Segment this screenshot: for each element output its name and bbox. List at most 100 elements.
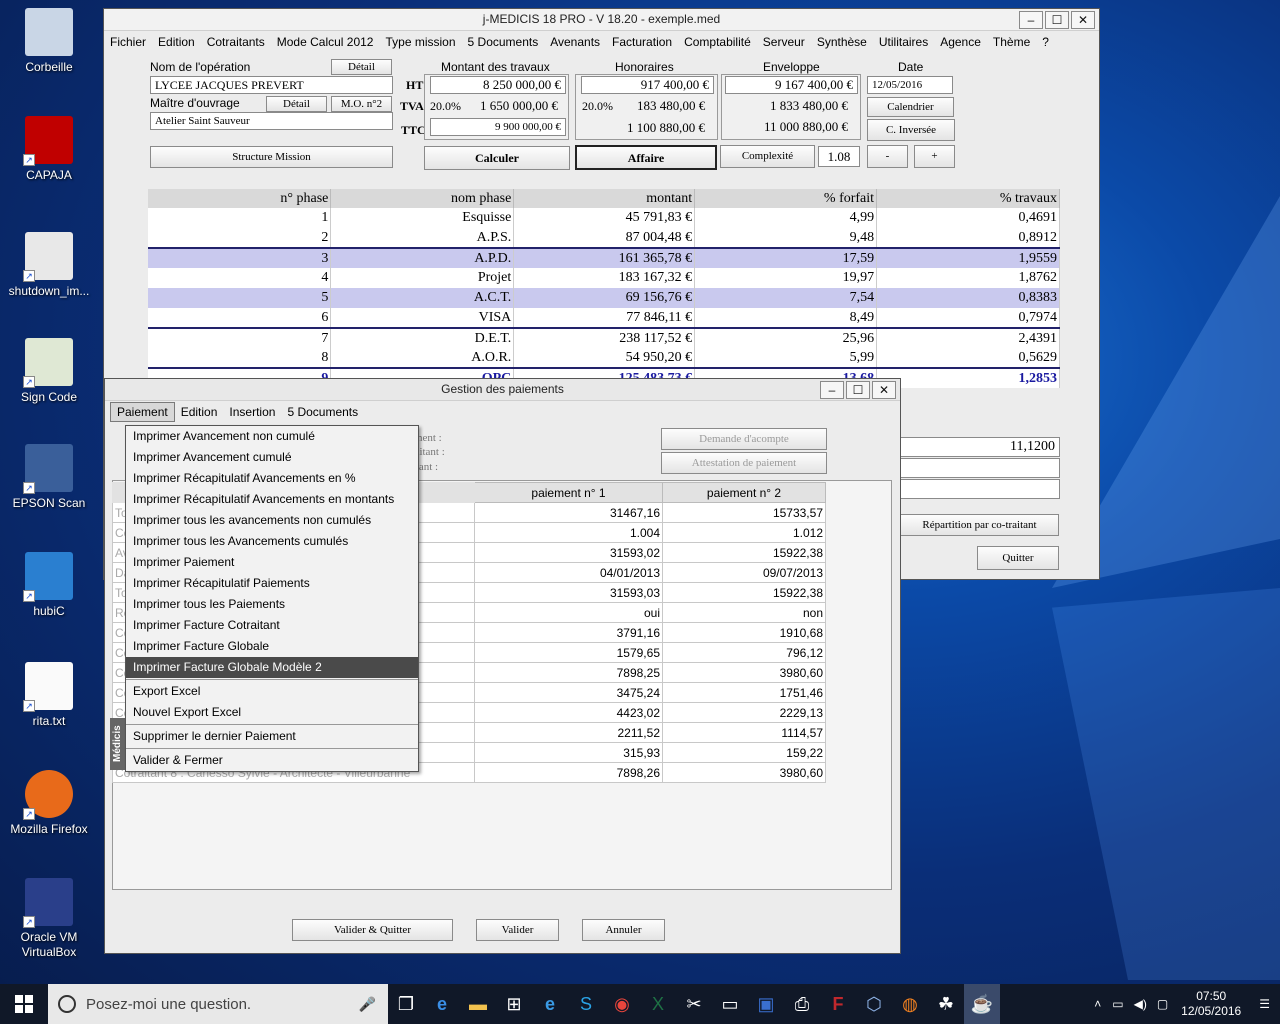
desktop-icon[interactable]: ↗ Oracle VM VirtualBox bbox=[4, 878, 94, 960]
desktop-icon[interactable]: ↗ EPSON Scan bbox=[4, 444, 94, 511]
payment-cell[interactable]: 09/07/2013 bbox=[662, 562, 826, 583]
skype-icon[interactable]: S bbox=[568, 984, 604, 1024]
menu-item[interactable]: Edition bbox=[152, 31, 201, 53]
mission-structure-button[interactable]: Structure Mission bbox=[150, 146, 393, 168]
minimize-button[interactable]: – bbox=[1019, 11, 1043, 29]
payments-window-titlebar[interactable]: Gestion des paiements – ☐ ✕ bbox=[105, 379, 900, 401]
operation-name-field[interactable]: LYCEE JACQUES PREVERT bbox=[150, 76, 393, 94]
payment-cell[interactable]: 7898,25 bbox=[474, 662, 663, 683]
works-ht-field[interactable]: 8 250 000,00 € bbox=[430, 76, 566, 94]
menu-item[interactable]: Comptabilité bbox=[678, 31, 757, 53]
printer-icon[interactable]: ⎙ bbox=[784, 984, 820, 1024]
menu-item[interactable]: Type mission bbox=[379, 31, 461, 53]
maximize-button[interactable]: ☐ bbox=[846, 381, 870, 399]
side-value-field[interactable]: 11,1200 bbox=[900, 437, 1060, 457]
payment-cell[interactable]: 15922,38 bbox=[662, 582, 826, 603]
envelope-ht-field[interactable]: 9 167 400,00 € bbox=[725, 76, 858, 94]
desktop-icon[interactable]: ↗ shutdown_im... bbox=[4, 232, 94, 299]
mo2-button[interactable]: M.O. n°2 bbox=[331, 96, 392, 112]
payment-cell[interactable]: 15733,57 bbox=[662, 502, 826, 523]
dropdown-menu-item[interactable]: Imprimer Facture Globale Modèle 2 bbox=[126, 657, 418, 678]
microphone-icon[interactable]: 🎤 bbox=[359, 996, 376, 1013]
phase-row[interactable]: 5 A.C.T. 69 156,76 €7,54 0,8383 bbox=[148, 288, 1060, 308]
menu-item[interactable]: Fichier bbox=[104, 31, 152, 53]
menu-item[interactable]: Mode Calcul 2012 bbox=[271, 31, 380, 53]
dropdown-menu-item[interactable]: Imprimer Paiement bbox=[126, 552, 418, 573]
validate-quit-button[interactable]: Valider & Quitter bbox=[292, 919, 453, 941]
payment-cell[interactable]: 3791,16 bbox=[474, 622, 663, 643]
file-explorer-icon[interactable]: ▬ bbox=[460, 984, 496, 1024]
phase-column-header[interactable]: montant bbox=[513, 189, 696, 208]
payment-cell[interactable]: 2211,52 bbox=[474, 722, 663, 743]
volume-icon[interactable]: ◀) bbox=[1129, 997, 1152, 1011]
desktop-icon[interactable]: ↗ Sign Code bbox=[4, 338, 94, 405]
phase-row[interactable]: 4 Projet 183 167,32 €19,97 1,8762 bbox=[148, 268, 1060, 288]
operation-detail-button[interactable]: Détail bbox=[331, 59, 392, 75]
menu-item[interactable]: Agence bbox=[934, 31, 987, 53]
menu-item[interactable]: Avenants bbox=[544, 31, 606, 53]
cat-icon[interactable]: ☘ bbox=[928, 984, 964, 1024]
payment-cell[interactable]: non bbox=[662, 602, 826, 623]
network-icon[interactable]: ▭ bbox=[1107, 997, 1128, 1011]
desktop-icon[interactable]: Corbeille bbox=[4, 8, 94, 75]
close-button[interactable]: ✕ bbox=[1071, 11, 1095, 29]
payment-cell[interactable]: 3980,60 bbox=[662, 662, 826, 683]
owner-detail-button[interactable]: Détail bbox=[266, 96, 327, 112]
payment-certificate-button[interactable]: Attestation de paiement bbox=[661, 452, 827, 474]
payment-cell[interactable]: 7898,26 bbox=[474, 762, 663, 783]
payment-cell[interactable]: 315,93 bbox=[474, 742, 663, 763]
dropdown-menu-item[interactable]: Nouvel Export Excel bbox=[126, 702, 418, 723]
repartition-button[interactable]: Répartition par co-traitant bbox=[900, 514, 1059, 536]
cancel-button[interactable]: Annuler bbox=[582, 919, 665, 941]
desktop-icon[interactable]: ↗ rita.txt bbox=[4, 662, 94, 729]
validate-button[interactable]: Valider bbox=[476, 919, 559, 941]
payment-cell[interactable]: 1.004 bbox=[474, 522, 663, 543]
task-view-icon[interactable]: ❐ bbox=[388, 984, 424, 1024]
filezilla-icon[interactable]: F bbox=[820, 984, 856, 1024]
close-button[interactable]: ✕ bbox=[872, 381, 896, 399]
owner-field[interactable]: Atelier Saint Sauveur bbox=[150, 112, 393, 130]
phase-row[interactable]: 3 A.P.D. 161 365,78 €17,59 1,9559 bbox=[148, 247, 1060, 268]
calculate-button[interactable]: Calculer bbox=[424, 146, 570, 170]
start-button[interactable] bbox=[0, 984, 48, 1024]
phase-row[interactable]: 2 A.P.S. 87 004,48 €9,48 0,8912 bbox=[148, 228, 1060, 248]
payment-cell[interactable]: 3475,24 bbox=[474, 682, 663, 703]
search-box[interactable]: Posez-moi une question. 🎤 bbox=[48, 984, 388, 1024]
decrease-button[interactable]: - bbox=[867, 145, 908, 168]
phase-row[interactable]: 8 A.O.R. 54 950,20 €5,99 0,5629 bbox=[148, 348, 1060, 368]
complexity-button[interactable]: Complexité bbox=[720, 145, 815, 168]
dropdown-menu-item[interactable]: Imprimer Avancement cumulé bbox=[126, 447, 418, 468]
notification-icon[interactable]: ☰ bbox=[1249, 997, 1280, 1011]
side-empty-field[interactable] bbox=[900, 458, 1060, 478]
payment-cell[interactable]: 04/01/2013 bbox=[474, 562, 663, 583]
dropdown-menu-item[interactable]: Imprimer tous les Avancements cumulés bbox=[126, 531, 418, 552]
phase-column-header[interactable]: % forfait bbox=[694, 189, 878, 208]
increase-button[interactable]: + bbox=[914, 145, 955, 168]
phase-column-header[interactable]: n° phase bbox=[148, 189, 332, 208]
menu-item[interactable]: Cotraitants bbox=[201, 31, 271, 53]
excel-icon[interactable]: X bbox=[640, 984, 676, 1024]
payment-cell[interactable]: 2229,13 bbox=[662, 702, 826, 723]
dropdown-menu-item[interactable]: Imprimer Facture Cotraitant bbox=[126, 615, 418, 636]
java-icon[interactable]: ☕ bbox=[964, 984, 1000, 1024]
payment-cell[interactable]: 3980,60 bbox=[662, 762, 826, 783]
menu-item[interactable]: Utilitaires bbox=[873, 31, 934, 53]
dropdown-menu-item[interactable]: Imprimer Facture Globale bbox=[126, 636, 418, 657]
desktop-icon[interactable]: ↗ CAPAJA bbox=[4, 116, 94, 183]
payments-menu-item[interactable]: Insertion bbox=[223, 401, 281, 423]
dropdown-menu-item[interactable]: Supprimer le dernier Paiement bbox=[126, 726, 418, 747]
dropdown-menu-item[interactable]: Valider & Fermer bbox=[126, 750, 418, 771]
payment-cell[interactable]: 1114,57 bbox=[662, 722, 826, 743]
phase-column-header[interactable]: % travaux bbox=[876, 189, 1060, 208]
dropdown-menu-item[interactable]: Imprimer Récapitulatif Avancements en % bbox=[126, 468, 418, 489]
side-empty-field[interactable] bbox=[900, 479, 1060, 499]
internet-explorer-icon[interactable]: e bbox=[532, 984, 568, 1024]
isi-icon[interactable]: ◍ bbox=[892, 984, 928, 1024]
fees-ht-field[interactable]: 917 400,00 € bbox=[581, 76, 714, 94]
dropdown-menu-item[interactable]: Imprimer Récapitulatif Paiements bbox=[126, 573, 418, 594]
minimize-button[interactable]: – bbox=[820, 381, 844, 399]
edge-icon[interactable]: e bbox=[424, 984, 460, 1024]
payments-menu-item[interactable]: Paiement bbox=[110, 402, 175, 422]
payment-cell[interactable]: 15922,38 bbox=[662, 542, 826, 563]
date-field[interactable]: 12/05/2016 bbox=[867, 76, 953, 94]
